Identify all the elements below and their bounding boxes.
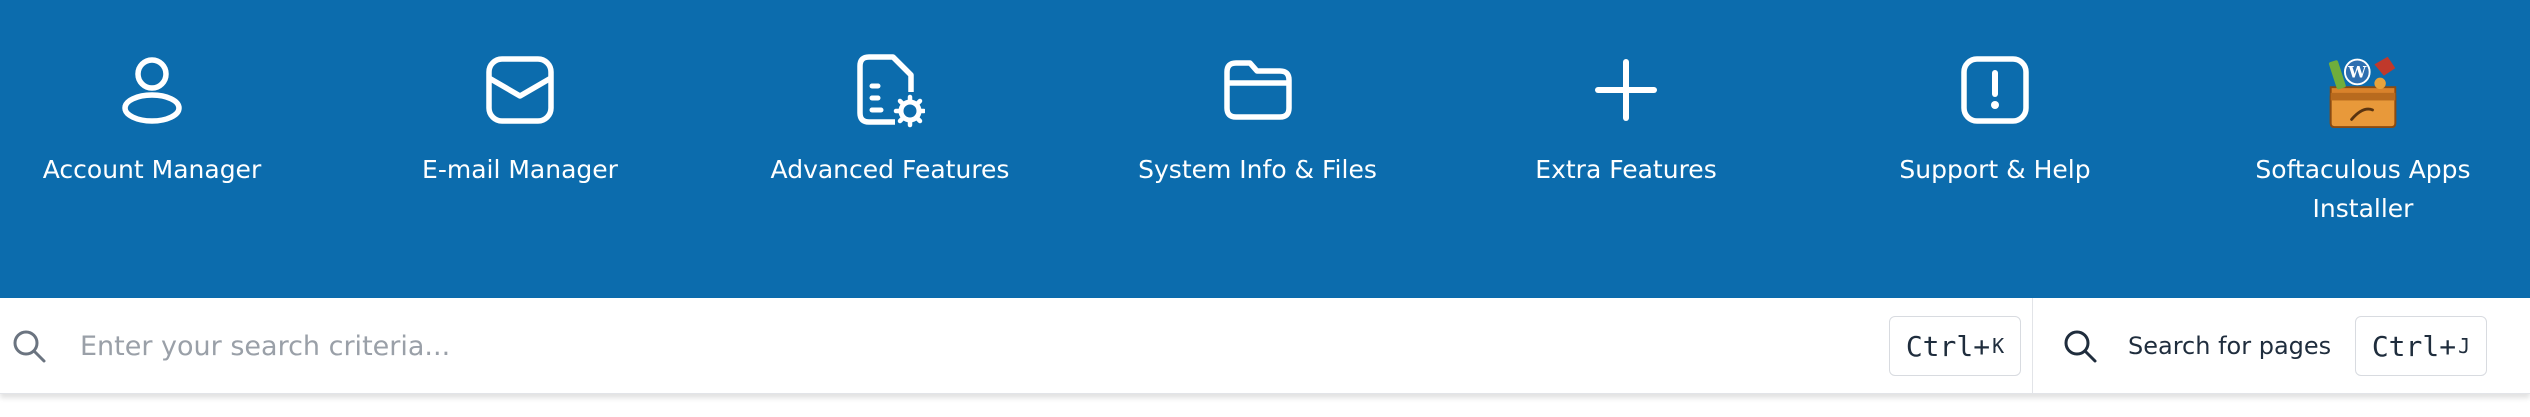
shortcut-key: J bbox=[2458, 334, 2471, 358]
nav-label: Softaculous Apps Installer bbox=[2255, 155, 2471, 223]
shortcut-key: K bbox=[1992, 334, 2005, 358]
svg-text:W: W bbox=[2347, 63, 2367, 82]
folder-icon bbox=[1220, 52, 1296, 128]
nav-label: Support & Help bbox=[1899, 155, 2091, 184]
nav-label: Extra Features bbox=[1535, 155, 1717, 184]
search-icon bbox=[2062, 328, 2098, 364]
search-icon bbox=[11, 328, 47, 364]
divider bbox=[2032, 298, 2033, 393]
nav-email-manager[interactable]: E-mail Manager bbox=[392, 0, 648, 298]
nav-account-manager[interactable]: Account Manager bbox=[20, 0, 284, 298]
nav-support-help[interactable]: Support & Help bbox=[1870, 0, 2120, 298]
nav-label: Account Manager bbox=[42, 155, 262, 184]
top-navigation: Account Manager E-mail Manager Advanced … bbox=[0, 0, 2530, 298]
search-pages-label: Search for pages bbox=[2128, 331, 2332, 360]
softaculous-icon: W bbox=[2325, 52, 2401, 128]
nav-extra-features[interactable]: Extra Features bbox=[1510, 0, 1742, 298]
nav-label: System Info & Files bbox=[1138, 155, 1377, 184]
mail-icon bbox=[482, 52, 558, 128]
pages-shortcut-badge: Ctrl+ J bbox=[2355, 316, 2487, 376]
search-pages-button[interactable]: Search for pages bbox=[2062, 298, 2331, 393]
search-shortcut-badge: Ctrl+ K bbox=[1889, 316, 2021, 376]
nav-advanced-features[interactable]: Advanced Features bbox=[750, 0, 1030, 298]
search-bar: Ctrl+K Search for pages Ctrl+J bbox=[0, 298, 2530, 394]
search-input[interactable] bbox=[78, 320, 1172, 372]
document-gear-icon bbox=[852, 52, 928, 128]
nav-system-info-files[interactable]: System Info & Files bbox=[1125, 0, 1390, 298]
nav-label: Advanced Features bbox=[770, 155, 1010, 184]
nav-label: E-mail Manager bbox=[422, 155, 618, 184]
shortcut-modifier: Ctrl+ bbox=[1905, 329, 1991, 363]
alert-icon bbox=[1957, 52, 2033, 128]
user-icon bbox=[114, 52, 190, 128]
shortcut-modifier: Ctrl+ bbox=[2371, 329, 2457, 363]
nav-softaculous-apps-installer[interactable]: W Softaculous Apps Installer bbox=[2230, 0, 2496, 298]
plus-icon bbox=[1588, 52, 1664, 128]
